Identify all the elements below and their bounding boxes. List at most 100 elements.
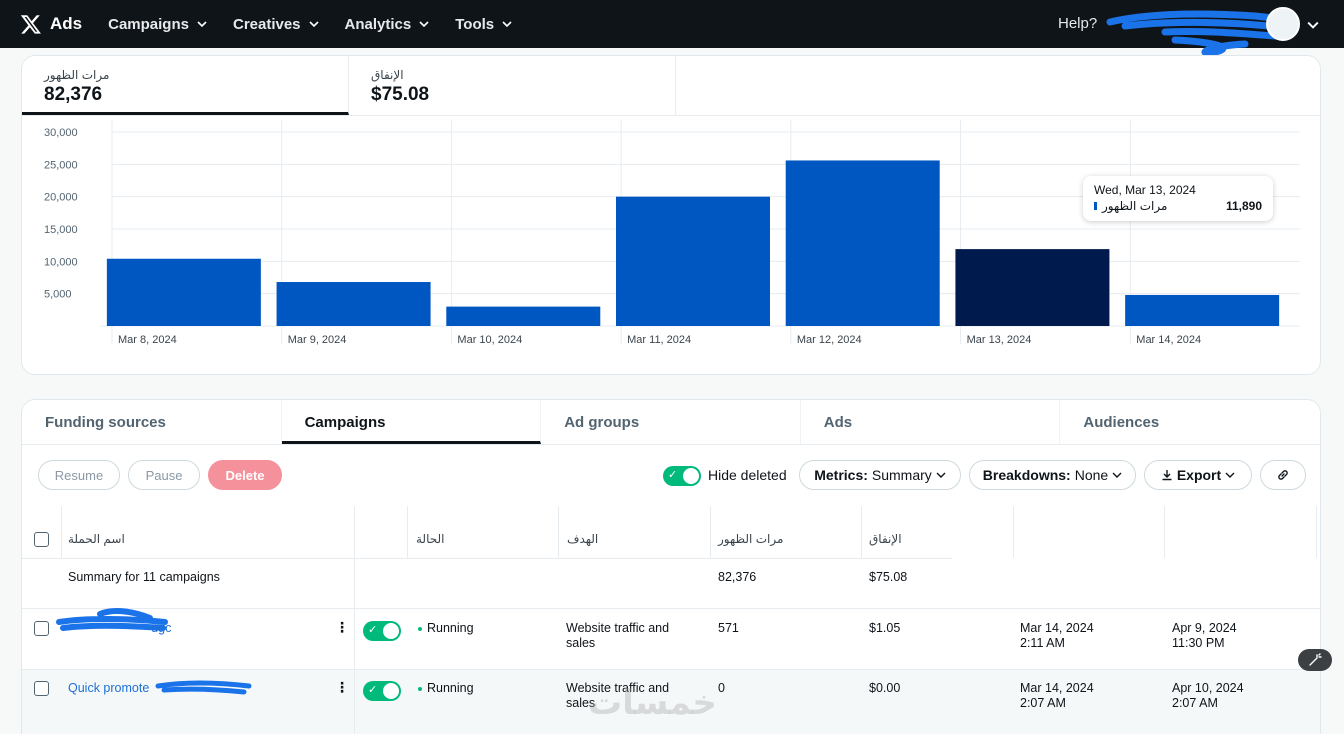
delete-button[interactable]: Delete — [208, 460, 282, 490]
campaign-name-link[interactable]: -ugc — [147, 621, 171, 636]
tab-campaigns[interactable]: Campaigns — [281, 400, 542, 444]
tab-audiences[interactable]: Audiences — [1060, 400, 1320, 444]
account-avatar[interactable] — [1266, 7, 1300, 41]
link-icon — [1278, 470, 1288, 480]
redaction-scribble — [155, 680, 252, 695]
spend-cell: $1.05 — [869, 621, 901, 635]
summary-label: Summary for 11 campaigns — [68, 570, 220, 584]
bar — [785, 160, 940, 326]
col-header-spend[interactable]: الإنفاق — [869, 532, 902, 547]
end-time: 11:30 PM — [1172, 636, 1225, 650]
y-tick-label: 25,000 — [44, 159, 78, 171]
metric-value: 82,376 — [44, 84, 103, 105]
x-tick-label: Mar 9, 2024 — [288, 334, 347, 346]
more-options-icon[interactable]: ⋮ — [335, 619, 349, 636]
toggle-knob — [383, 623, 399, 639]
divider — [61, 506, 62, 558]
watermark: خمسات — [588, 684, 717, 722]
status-dot — [418, 626, 422, 631]
nav-creatives-label: Creatives — [232, 15, 301, 33]
col-header-status[interactable]: الحالة — [416, 532, 444, 547]
nav-tools-label: Tools — [455, 15, 495, 33]
nav-analytics[interactable]: Analytics — [345, 16, 430, 33]
select-all-checkbox[interactable] — [34, 532, 49, 547]
campaign-toggle[interactable]: ✓ — [363, 621, 401, 641]
nav-tools[interactable]: Tools — [455, 16, 512, 33]
campaign-name-link[interactable]: Quick promote — [68, 681, 149, 696]
divider — [1164, 506, 1165, 558]
status-cell: Running — [418, 621, 474, 636]
divider — [22, 608, 1320, 609]
tab-funding-sources[interactable]: Funding sources — [22, 400, 282, 444]
nav-campaigns-label: Campaigns — [108, 15, 189, 33]
divider — [861, 506, 862, 558]
metric-tabs: مرات الظهور 82,376 الإنفاق $75.08 — [22, 56, 1320, 116]
help-link[interactable]: Help? — [1058, 15, 1097, 32]
metric-tab-spend[interactable]: الإنفاق $75.08 — [349, 56, 676, 115]
resume-button[interactable]: Resume — [38, 460, 120, 490]
table-toolbar: Resume Pause Delete ✓ Hide deleted Metri… — [22, 460, 1320, 494]
start-time: 2:07 AM — [1020, 696, 1066, 710]
summary-impressions: 82,376 — [718, 570, 757, 584]
metric-label: مرات الظهور — [44, 68, 110, 82]
start-date: Mar 14, 2024 — [1020, 621, 1094, 635]
metric-tab-impressions[interactable]: مرات الظهور 82,376 — [22, 56, 349, 115]
bar — [106, 258, 261, 326]
breakdowns-label: Breakdowns: — [982, 467, 1071, 483]
magic-edit-button[interactable] — [1298, 649, 1332, 671]
metric-label: الإنفاق — [371, 68, 404, 82]
x-logo-icon — [20, 15, 41, 34]
chart-tooltip: Wed, Mar 13, 2024 مرات الظهور 11,890 — [1083, 176, 1273, 221]
tooltip-label: مرات الظهور — [1102, 199, 1168, 213]
start-cell: Mar 14, 2024 2:07 AM — [1020, 681, 1094, 711]
objective-line: sales — [566, 636, 596, 650]
campaign-toggle[interactable]: ✓ — [363, 681, 401, 701]
ads-logo[interactable]: Ads — [20, 13, 82, 35]
divider — [354, 506, 355, 734]
x-tick-label: Mar 8, 2024 — [118, 334, 177, 346]
y-tick-label: 5,000 — [44, 289, 72, 301]
bar — [276, 282, 431, 326]
copy-link-button[interactable] — [1260, 460, 1306, 490]
objective-line: Website traffic and — [566, 621, 670, 635]
chevron-down-icon — [197, 21, 207, 28]
breakdowns-dropdown[interactable]: Breakdowns: None — [969, 460, 1136, 490]
pause-button[interactable]: Pause — [128, 460, 200, 490]
chevron-down-icon — [308, 21, 319, 28]
toggle-knob — [383, 683, 399, 699]
chevron-down-icon[interactable] — [1307, 19, 1319, 31]
x-tick-label: Mar 14, 2024 — [1136, 334, 1201, 346]
tab-ads[interactable]: Ads — [801, 400, 1061, 444]
chevron-down-icon — [419, 21, 429, 28]
nav-creatives[interactable]: Creatives — [233, 16, 319, 33]
bar — [446, 306, 601, 326]
export-button[interactable]: Export — [1144, 460, 1252, 490]
divider — [22, 669, 1320, 670]
export-label: Export — [1176, 467, 1222, 483]
nav-campaigns[interactable]: Campaigns — [108, 16, 207, 33]
tooltip-value: 11,890 — [1225, 199, 1262, 213]
hide-deleted-toggle[interactable]: ✓ — [663, 466, 701, 486]
row-checkbox[interactable] — [34, 621, 49, 636]
chevron-down-icon — [502, 21, 512, 28]
download-icon — [1162, 470, 1172, 481]
divider — [1013, 506, 1014, 558]
x-tick-label: Mar 10, 2024 — [457, 334, 522, 346]
nav-analytics-label: Analytics — [344, 15, 412, 33]
impressions-cell: 0 — [718, 681, 725, 695]
status-label: Running — [427, 621, 474, 635]
col-header-name[interactable]: اسم الحملة — [68, 532, 125, 547]
metrics-dropdown[interactable]: Metrics: Summary — [799, 460, 961, 490]
row-checkbox[interactable] — [34, 681, 49, 696]
divider — [710, 506, 711, 558]
entity-tabs: Funding sources Campaigns Ad groups Ads … — [22, 400, 1320, 445]
status-dot — [418, 686, 422, 691]
check-icon: ✓ — [368, 624, 378, 636]
more-options-icon[interactable]: ⋮ — [335, 679, 349, 696]
col-header-objective[interactable]: الهدف — [567, 532, 598, 547]
col-header-impressions[interactable]: مرات الظهور — [718, 532, 783, 547]
x-tick-label: Mar 12, 2024 — [797, 334, 862, 346]
divider — [22, 558, 952, 559]
tab-ad-groups[interactable]: Ad groups — [541, 400, 801, 444]
summary-spend: $75.08 — [869, 570, 908, 584]
